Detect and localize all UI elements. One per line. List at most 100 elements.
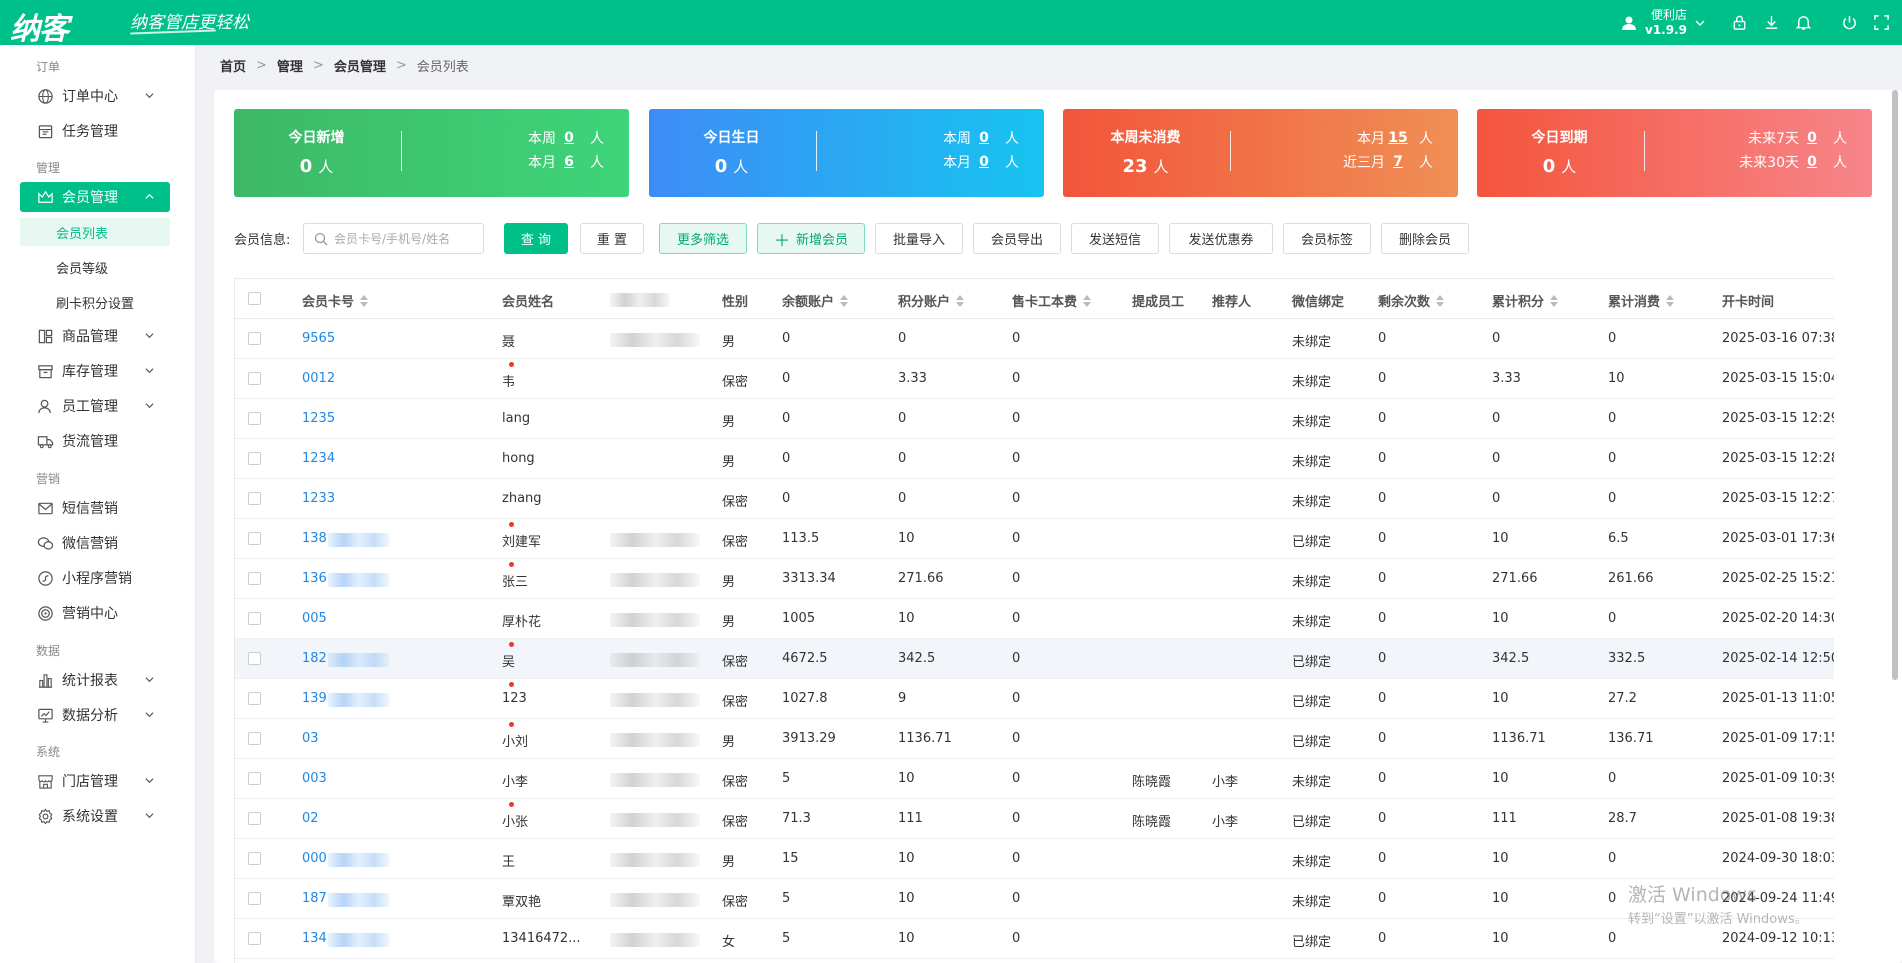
stat-card-new-today[interactable]: 今日新增 0人 本周 0 人 本月 6 人	[234, 109, 629, 197]
stat-card-no-consume-week[interactable]: 本周未消费 23 人 本月 15 人 近三月 7 人	[1063, 109, 1458, 197]
member-card-cell[interactable]: 134	[302, 931, 327, 946]
row-checkbox[interactable]	[248, 452, 261, 465]
member-card-cell[interactable]: 1234	[302, 451, 335, 466]
stat-row-value[interactable]: 0	[556, 130, 582, 146]
table-row[interactable]: 1233 zhang 保密 0 0 0 未绑定 0 0 0 2025-03-15 12:27:	[235, 479, 1834, 519]
row-checkbox[interactable]	[248, 612, 261, 625]
stat-row-value[interactable]: 0	[1799, 154, 1825, 170]
row-checkbox[interactable]	[248, 812, 261, 825]
row-checkbox[interactable]	[248, 772, 261, 785]
table-row[interactable]: 000 王 男 15 10 0 未绑定 0 10 0 2024-09-30 18:03:	[235, 839, 1834, 879]
table-row[interactable]: 187 覃双艳 保密 5 10 0 未绑定 0 10 0 2024-09-24 11:49:	[235, 879, 1834, 919]
row-checkbox[interactable]	[248, 732, 261, 745]
table-row[interactable]: 9565 聂 男 0 0 0 未绑定 0 0 0 2025-03-16 07:38:	[235, 319, 1834, 359]
row-checkbox[interactable]	[248, 692, 261, 705]
sidebar-item-mini-program-marketing[interactable]: 小程序营销	[20, 563, 170, 593]
stat-card-expire-today[interactable]: 今日到期 0人 未来7天 0 人 未来30天 0 人	[1477, 109, 1872, 197]
row-checkbox[interactable]	[248, 332, 261, 345]
sidebar-item-order-center[interactable]: 订单中心	[20, 81, 170, 111]
member-card-cell[interactable]: 0012	[302, 371, 335, 386]
table-row[interactable]: 138 刘建军 保密 113.5 10 0 已绑定 0 10 6.5 2025-03-01 17:3…	[235, 519, 1834, 559]
row-checkbox[interactable]	[248, 892, 261, 905]
stat-row-value[interactable]: 6	[556, 154, 582, 170]
table-row[interactable]: 182 吴 保密 4672.5 342.5 0 已绑定 0 342.5 332.5 2025-02-…	[235, 639, 1834, 679]
table-row[interactable]: 136 张三 男 3313.34 271.66 0 未绑定 0 271.66 261.66 2025…	[235, 559, 1834, 599]
stat-row-value[interactable]: 15	[1385, 130, 1411, 146]
row-checkbox[interactable]	[248, 652, 261, 665]
member-card-cell[interactable]: 03	[302, 731, 319, 746]
sidebar-subitem-card-points[interactable]: 刷卡积分设置	[20, 288, 170, 316]
stat-row-value[interactable]: 7	[1385, 154, 1411, 170]
user-menu[interactable]: 便利店 v1.9.9	[1621, 8, 1705, 38]
sidebar-item-goods-manage[interactable]: 商品管理	[20, 321, 170, 351]
member-card-cell[interactable]: 000	[302, 851, 327, 866]
column-header-points[interactable]: 积分账户	[898, 291, 965, 310]
breadcrumb-member-manage[interactable]: 会员管理	[334, 56, 386, 75]
table-row[interactable]: 003 小李 保密 5 10 0 陈晓霞 小李 未绑定 0 10 0 2025-01-09 10:39:	[235, 759, 1834, 799]
member-card-cell[interactable]: 02	[302, 811, 319, 826]
member-search-box[interactable]	[303, 223, 484, 254]
member-tag-button[interactable]: 会员标签	[1283, 223, 1371, 254]
member-card-cell[interactable]: 1233	[302, 491, 335, 506]
table-row[interactable]: 005 厚朴花 男 1005 10 0 未绑定 0 10 0 2025-02-20 14:30:	[235, 599, 1834, 639]
stat-card-birthday-today[interactable]: 今日生日 0人 本周 0 人 本月 0 人	[649, 109, 1044, 197]
member-search-input[interactable]	[334, 231, 479, 246]
member-card-cell[interactable]: 1235	[302, 411, 335, 426]
table-row[interactable]: 134 13416472... 女 5 10 0 已绑定 0 10 0 2024-09-12 10:…	[235, 919, 1834, 959]
sidebar-item-reports[interactable]: 统计报表	[20, 665, 170, 695]
member-card-cell[interactable]: 138	[302, 531, 327, 546]
stat-row-value[interactable]: 0	[1799, 130, 1825, 146]
more-filter-button[interactable]: 更多筛选	[659, 223, 747, 254]
page-scrollbar[interactable]	[1892, 90, 1898, 680]
table-row[interactable]: 139 123 保密 1027.8 9 0 已绑定 0 10 27.2 2025-01-13 11:…	[235, 679, 1834, 719]
sidebar-item-staff-manage[interactable]: 员工管理	[20, 391, 170, 421]
column-header-card[interactable]: 会员卡号	[302, 291, 369, 310]
sidebar-item-sms-marketing[interactable]: 短信营销	[20, 493, 170, 523]
download-icon[interactable]	[1762, 14, 1780, 32]
member-card-cell[interactable]: 187	[302, 891, 327, 906]
row-checkbox[interactable]	[248, 932, 261, 945]
table-row[interactable]: 0012 韦 保密 0 3.33 0 未绑定 0 3.33 10 2025-03-15 15:04:	[235, 359, 1834, 399]
reset-button[interactable]: 重 置	[580, 223, 644, 254]
select-all-checkbox[interactable]	[248, 292, 261, 305]
row-checkbox[interactable]	[248, 412, 261, 425]
table-row[interactable]: 02 小张 保密 71.3 111 0 陈晓霞 小李 已绑定 0 111 28.7 2025-01-08…	[235, 799, 1834, 839]
sidebar-item-settings[interactable]: 系统设置	[20, 801, 170, 831]
table-row[interactable]: 1235 lang 男 0 0 0 未绑定 0 0 0 2025-03-15 12:29:	[235, 399, 1834, 439]
sidebar-item-member-manage[interactable]: 会员管理	[20, 182, 170, 212]
send-sms-button[interactable]: 发送短信	[1071, 223, 1159, 254]
sidebar-item-analysis[interactable]: 数据分析	[20, 700, 170, 730]
add-member-button[interactable]: ＋ 新增会员	[757, 223, 865, 254]
column-header-labor-fee[interactable]: 售卡工本费	[1012, 291, 1092, 310]
breadcrumb-home[interactable]: 首页	[220, 56, 246, 75]
bell-icon[interactable]	[1794, 14, 1812, 32]
row-checkbox[interactable]	[248, 372, 261, 385]
delete-member-button[interactable]: 删除会员	[1381, 223, 1469, 254]
table-row[interactable]: 03 小刘 男 3913.29 1136.71 0 已绑定 0 1136.71 136.71 202…	[235, 719, 1834, 759]
query-button[interactable]: 查 询	[504, 223, 568, 254]
stat-row-value[interactable]: 0	[971, 154, 997, 170]
member-card-cell[interactable]: 136	[302, 571, 327, 586]
row-checkbox[interactable]	[248, 852, 261, 865]
member-card-cell[interactable]: 182	[302, 651, 327, 666]
sidebar-item-wechat-marketing[interactable]: 微信营销	[20, 528, 170, 558]
member-card-cell[interactable]: 003	[302, 771, 327, 786]
member-card-cell[interactable]: 9565	[302, 331, 335, 346]
row-checkbox[interactable]	[248, 532, 261, 545]
sidebar-subitem-member-list[interactable]: 会员列表	[20, 218, 170, 246]
sidebar-item-task-manage[interactable]: 任务管理	[20, 116, 170, 146]
sidebar-item-store-manage[interactable]: 门店管理	[20, 766, 170, 796]
column-header-remaining[interactable]: 剩余次数	[1378, 291, 1445, 310]
member-export-button[interactable]: 会员导出	[973, 223, 1061, 254]
row-checkbox[interactable]	[248, 572, 261, 585]
column-header-balance[interactable]: 余额账户	[782, 291, 849, 310]
member-card-cell[interactable]: 005	[302, 611, 327, 626]
batch-import-button[interactable]: 批量导入	[875, 223, 963, 254]
send-coupon-button[interactable]: 发送优惠券	[1169, 223, 1273, 254]
stat-row-value[interactable]: 0	[971, 130, 997, 146]
sidebar-subitem-member-level[interactable]: 会员等级	[20, 253, 170, 281]
fullscreen-icon[interactable]	[1872, 14, 1890, 32]
sidebar-item-stock-manage[interactable]: 库存管理	[20, 356, 170, 386]
brand-logo[interactable]: 纳客	[10, 4, 69, 48]
table-row[interactable]: 1234 hong 男 0 0 0 未绑定 0 0 0 2025-03-15 12:28:	[235, 439, 1834, 479]
